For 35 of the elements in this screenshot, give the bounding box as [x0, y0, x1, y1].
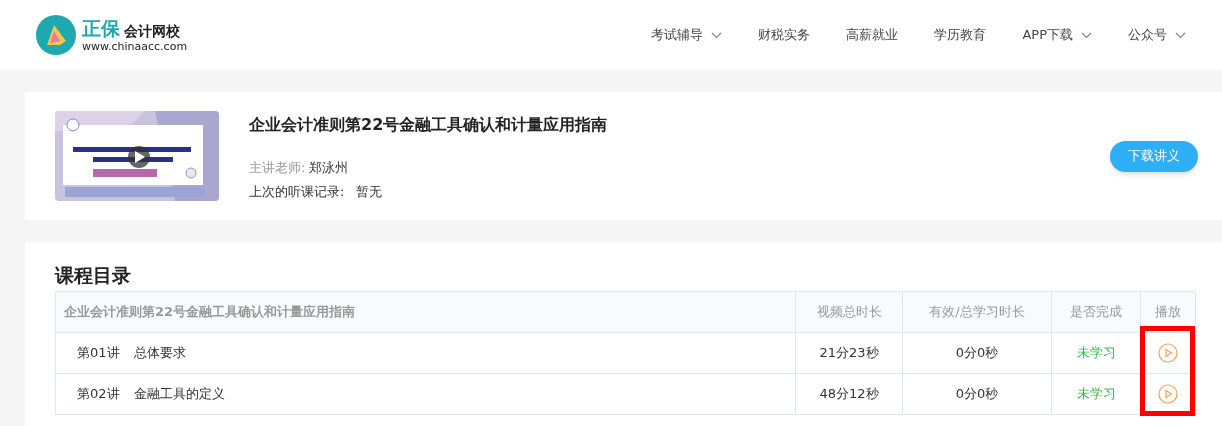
table-cell: 48分12秒: [796, 374, 903, 415]
logo-subtitle: 会计网校: [124, 23, 180, 38]
column-header: 是否完成: [1052, 292, 1141, 333]
column-header: 视频总时长: [796, 292, 903, 333]
nav-item[interactable]: APP下载: [1006, 25, 1108, 45]
nav-item[interactable]: 财税实务: [742, 25, 827, 45]
lesson-number: 第01讲: [77, 344, 120, 363]
history-value: 暂无: [356, 182, 383, 201]
catalog-title: 课程目录: [55, 266, 132, 285]
nav-item[interactable]: 考试辅导: [635, 25, 739, 45]
nav-item[interactable]: 学历教育: [918, 25, 1003, 45]
chevron-down-icon: [1081, 31, 1092, 39]
status-label: 未学习: [1052, 333, 1141, 374]
play-icon[interactable]: [1158, 343, 1178, 363]
lesson-name: 金融工具的定义: [133, 385, 225, 404]
lesson-number: 第02讲: [77, 385, 120, 404]
chevron-down-icon: [1175, 31, 1186, 39]
chevron-down-icon: [711, 31, 723, 39]
lesson-name: 总体要求: [133, 344, 186, 363]
nav-item[interactable]: 公众号: [1112, 25, 1202, 45]
status-label: 未学习: [1052, 374, 1141, 415]
logo-url: www.chinaacc.com: [82, 40, 188, 52]
teacher-label: 主讲老师:: [249, 159, 306, 177]
logo-name: 正保: [82, 18, 120, 38]
history-label: 上次的听课记录:: [249, 182, 345, 201]
table-cell: 0分0秒: [903, 374, 1052, 415]
teacher-name: 郑泳州: [309, 159, 349, 177]
column-header: 企业会计准则第22号金融工具确认和计量应用指南: [56, 292, 796, 333]
course-title: 企业会计准则第22号金融工具确认和计量应用指南: [249, 114, 608, 136]
column-header: 有效/总学习时长: [903, 292, 1052, 333]
table-cell: 0分0秒: [903, 333, 1052, 374]
table-cell: 21分23秒: [796, 333, 903, 374]
nav-item[interactable]: 高薪就业: [830, 25, 915, 45]
play-icon[interactable]: [1158, 384, 1178, 404]
logo-icon: [36, 15, 76, 55]
